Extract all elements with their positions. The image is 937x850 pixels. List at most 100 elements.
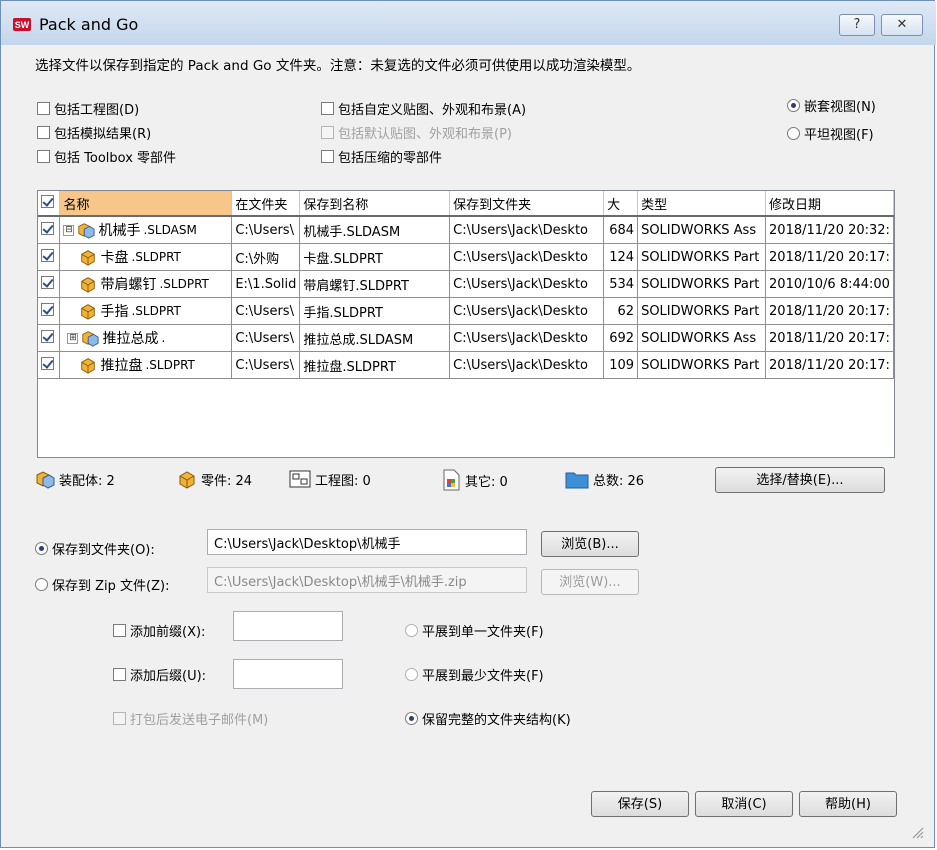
save-name-cell[interactable]: 带肩螺钉.SLDPRT [299,270,451,298]
dialog-content: 选择文件以保存到指定的 Pack and Go 文件夹。注意：未复选的文件必须可… [9,45,926,841]
help-button[interactable]: 帮助(H) [799,791,897,817]
help-title-button[interactable]: ? [839,14,875,36]
name-cell[interactable]: 带肩螺钉 .SLDPRT [59,270,233,298]
col-header-size[interactable]: 大 [603,191,639,217]
table-row[interactable]: 推拉盘 .SLDPRT C:\Users\ 推拉盘.SLDPRT C:\Users\Ja… [38,351,894,379]
row-checkbox[interactable] [41,275,54,289]
tree-expander-icon[interactable]: ⊟ [63,224,75,236]
radio-dot[interactable] [787,127,800,140]
cancel-button[interactable]: 取消(C) [695,791,793,817]
name-cell[interactable]: 卡盘 .SLDPRT [59,243,233,271]
col-header-name[interactable]: 名称 [59,191,233,217]
radio-dot[interactable] [405,624,418,637]
row-checkbox-cell[interactable] [38,324,61,352]
row-checkbox[interactable] [41,356,54,370]
save-folder-cell[interactable]: C:\Users\Jack\Deskto [449,270,605,298]
table-row[interactable]: 带肩螺钉 .SLDPRT E:\1.Solid 带肩螺钉.SLDPRT C:\Users… [38,270,894,298]
checkbox-box[interactable] [321,150,334,163]
col-header-save-folder[interactable]: 保存到文件夹 [449,191,605,217]
table-row[interactable]: ⊟ 机械手 .SLDASM C:\Users\ 机械手.SLDASM C:\Users\J… [38,216,894,244]
flatten-single-radio[interactable]: 平展到单一文件夹(F) [405,621,544,640]
suffix-input[interactable] [233,659,343,689]
flat-view-radio[interactable]: 平坦视图(F) [787,124,874,143]
table-row[interactable]: ⊞ 推拉总成. C:\Users\ 推拉总成.SLDASM C:\Users\Jack\… [38,324,894,352]
radio-dot[interactable] [35,542,48,555]
radio-dot[interactable] [405,668,418,681]
save-name-cell[interactable]: 卡盘.SLDPRT [299,243,451,271]
col-header-type[interactable]: 类型 [637,191,767,217]
radio-dot[interactable] [405,712,418,725]
save-name-cell[interactable]: 手指.SLDPRT [299,297,451,325]
size-cell: 109 [603,351,639,379]
include-suppressed-checkbox[interactable]: 包括压缩的零部件 [321,147,442,166]
table-row[interactable]: 卡盘 .SLDPRT C:\外购 卡盘.SLDPRT C:\Users\Jack\Des… [38,243,894,271]
folder-path-field[interactable]: C:\Users\Jack\Desktop\机械手 [207,529,527,555]
resize-grip-icon[interactable] [910,825,924,839]
row-checkbox[interactable] [41,329,54,343]
row-checkbox-cell[interactable] [38,243,61,271]
checkbox-box[interactable] [113,624,126,637]
size-cell: 692 [603,324,639,352]
keep-structure-radio[interactable]: 保留完整的文件夹结构(K) [405,709,571,728]
row-checkbox[interactable] [41,221,54,235]
name-cell[interactable]: 推拉盘 .SLDPRT [59,351,233,379]
name-cell[interactable]: 手指 .SLDPRT [59,297,233,325]
pack-and-go-window: SW Pack and Go ? ✕ 选择文件以保存到指定的 Pack and … [0,0,936,848]
save-name-cell[interactable]: 机械手.SLDASM [299,216,451,244]
select-all-checkbox[interactable] [41,194,54,208]
include-custom-decals-checkbox[interactable]: 包括自定义贴图、外观和布景(A) [321,99,526,118]
save-folder-cell[interactable]: C:\Users\Jack\Deskto [449,243,605,271]
checkbox-box [321,126,334,139]
save-button[interactable]: 保存(S) [591,791,689,817]
include-sim-checkbox[interactable]: 包括模拟结果(R) [37,123,151,142]
row-checkbox-cell[interactable] [38,297,61,325]
name-cell[interactable]: ⊟ 机械手 .SLDASM [59,216,233,244]
file-ext: .SLDPRT [131,304,181,318]
select-replace-button[interactable]: 选择/替换(E)... [715,467,885,493]
checkbox-box[interactable] [37,150,50,163]
in-folder-cell: C:\外购 [231,243,301,271]
close-button[interactable]: ✕ [881,14,923,36]
checkbox-box[interactable] [37,102,50,115]
save-folder-cell[interactable]: C:\Users\Jack\Deskto [449,324,605,352]
row-checkbox-cell[interactable] [38,351,61,379]
save-name-cell[interactable]: 推拉盘.SLDPRT [299,351,451,379]
type-cell: SOLIDWORKS Ass [637,324,767,352]
save-to-zip-radio[interactable]: 保存到 Zip 文件(Z): [35,575,169,594]
browse-button[interactable]: 浏览(B)... [541,531,639,557]
row-checkbox-cell[interactable] [38,216,61,244]
tree-expander-icon[interactable]: ⊞ [67,332,79,344]
save-to-folder-label: 保存到文件夹(O): [52,543,155,558]
checkbox-box[interactable] [37,126,50,139]
flatten-min-radio[interactable]: 平展到最少文件夹(F) [405,665,544,684]
save-folder-cell[interactable]: C:\Users\Jack\Deskto [449,216,605,244]
checkbox-box[interactable] [321,102,334,115]
include-toolbox-checkbox[interactable]: 包括 Toolbox 零部件 [37,147,176,166]
row-checkbox-cell[interactable] [38,270,61,298]
col-header-in-folder[interactable]: 在文件夹 [231,191,301,217]
row-checkbox[interactable] [41,248,54,262]
file-table[interactable]: 名称 在文件夹 保存到名称 保存到文件夹 大 类型 修改日期 ⊟ 机械手 .SLDA… [37,190,895,458]
title-bar[interactable]: SW Pack and Go ? ✕ [1,1,936,45]
file-name: 机械手 [98,223,141,239]
assembly-icon [36,471,55,489]
prefix-input[interactable] [233,611,343,641]
save-name-cell[interactable]: 推拉总成.SLDASM [299,324,451,352]
col-header-save-name[interactable]: 保存到名称 [299,191,451,217]
checkbox-box[interactable] [113,668,126,681]
save-to-folder-radio[interactable]: 保存到文件夹(O): [35,539,155,558]
save-folder-cell[interactable]: C:\Users\Jack\Deskto [449,297,605,325]
include-drawings-checkbox[interactable]: 包括工程图(D) [37,99,139,118]
col-header-date[interactable]: 修改日期 [765,191,894,217]
radio-dot[interactable] [787,99,800,112]
nested-view-radio[interactable]: 嵌套视图(N) [787,96,876,115]
name-cell[interactable]: ⊞ 推拉总成. [59,324,233,352]
select-all-header[interactable] [38,191,61,217]
add-suffix-checkbox[interactable]: 添加后缀(U): [113,665,206,684]
in-folder-cell: C:\Users\ [231,324,301,352]
table-row[interactable]: 手指 .SLDPRT C:\Users\ 手指.SLDPRT C:\Users\Jack… [38,297,894,325]
radio-dot[interactable] [35,578,48,591]
save-folder-cell[interactable]: C:\Users\Jack\Deskto [449,351,605,379]
row-checkbox[interactable] [41,302,54,316]
add-prefix-checkbox[interactable]: 添加前缀(X): [113,621,205,640]
